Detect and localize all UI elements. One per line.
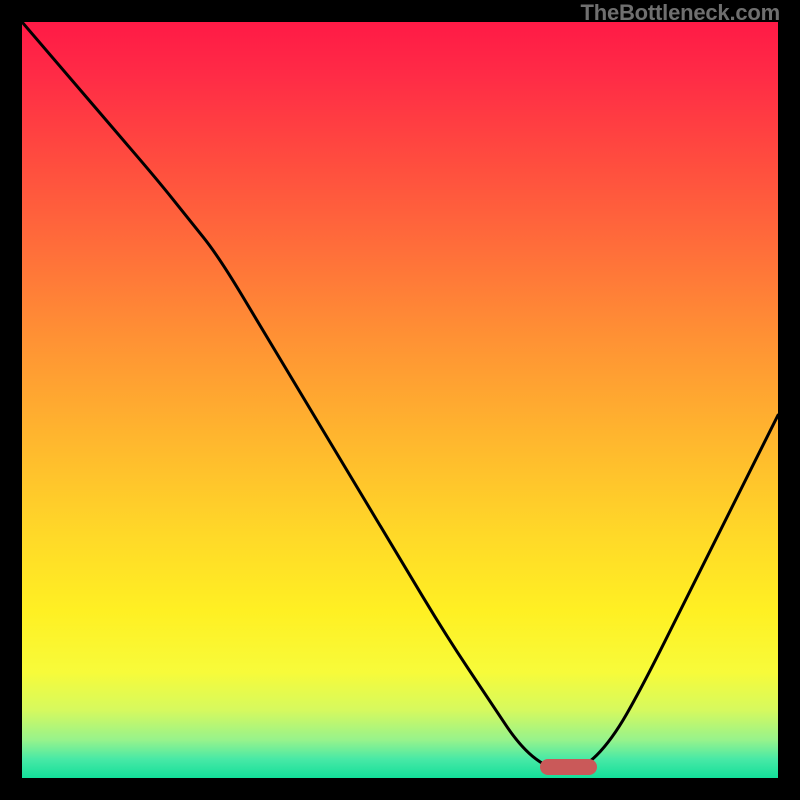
plot-area xyxy=(22,22,778,778)
optimal-region-marker xyxy=(540,759,597,775)
chart-frame xyxy=(20,20,780,780)
gradient-background xyxy=(22,22,778,778)
watermark-text: TheBottleneck.com xyxy=(580,0,780,26)
